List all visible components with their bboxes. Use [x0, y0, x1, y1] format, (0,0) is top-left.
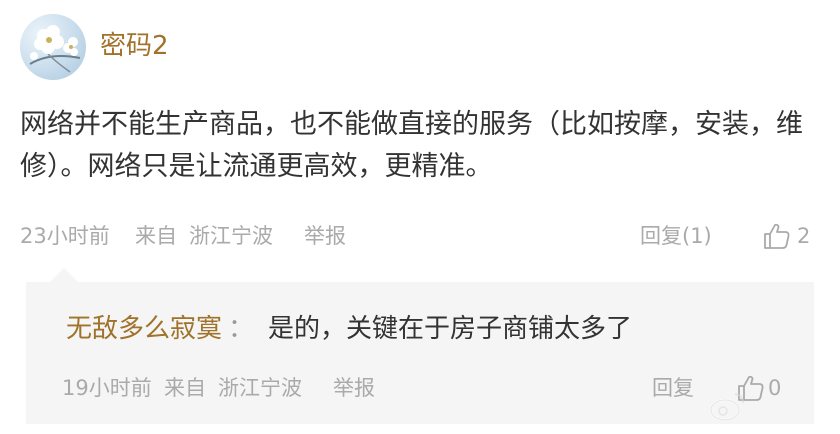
avatar[interactable] [20, 14, 86, 80]
comment-location: 浙江宁波 [189, 224, 273, 248]
reply-meta: 19小时前 来自 浙江宁波 举报 回复 0 [62, 370, 802, 406]
thumbs-up-icon [764, 223, 790, 249]
reply-username[interactable]: 无敌多么寂寞 [66, 314, 222, 344]
flower-avatar-icon [29, 25, 81, 73]
like-count: 2 [797, 224, 811, 248]
comment-username[interactable]: 密码2 [100, 28, 169, 64]
reply-from-label: 来自 [164, 376, 206, 400]
reply-button[interactable]: 回复(1) [640, 218, 712, 254]
reply-location: 浙江宁波 [218, 376, 302, 400]
reply-pointer [50, 268, 78, 282]
reply-time: 19小时前 [62, 376, 152, 400]
report-button[interactable]: 举报 [304, 218, 346, 254]
comment-content: 网络并不能生产商品，也不能做直接的服务（比如按摩，安装，维修）。网络只是让流通更… [20, 109, 803, 182]
reply-line: 无敌多么寂寞： 是的，关键在于房子商铺太多了 [66, 310, 632, 348]
weibo-watermark [708, 386, 832, 426]
reply-content: 是的，关键在于房子商铺太多了 [268, 314, 633, 344]
comment-from-label: 来自 [135, 224, 177, 248]
comment-meta: 23小时前 来自 浙江宁波 举报 回复(1) 2 [20, 218, 820, 254]
reply-colon: ： [228, 314, 255, 344]
weibo-logo-icon [709, 393, 744, 422]
reply-report-button[interactable]: 举报 [333, 370, 375, 406]
comment-time: 23小时前 [20, 224, 110, 248]
like-button[interactable]: 2 [762, 218, 810, 254]
comment-card: 密码2 网络并不能生产商品，也不能做直接的服务（比如按摩，安装，维修）。网络只是… [0, 0, 840, 434]
reply-reply-button[interactable]: 回复 [652, 370, 694, 406]
reply-box: 无敌多么寂寞： 是的，关键在于房子商铺太多了 19小时前 来自 浙江宁波 举报 回… [26, 282, 814, 424]
